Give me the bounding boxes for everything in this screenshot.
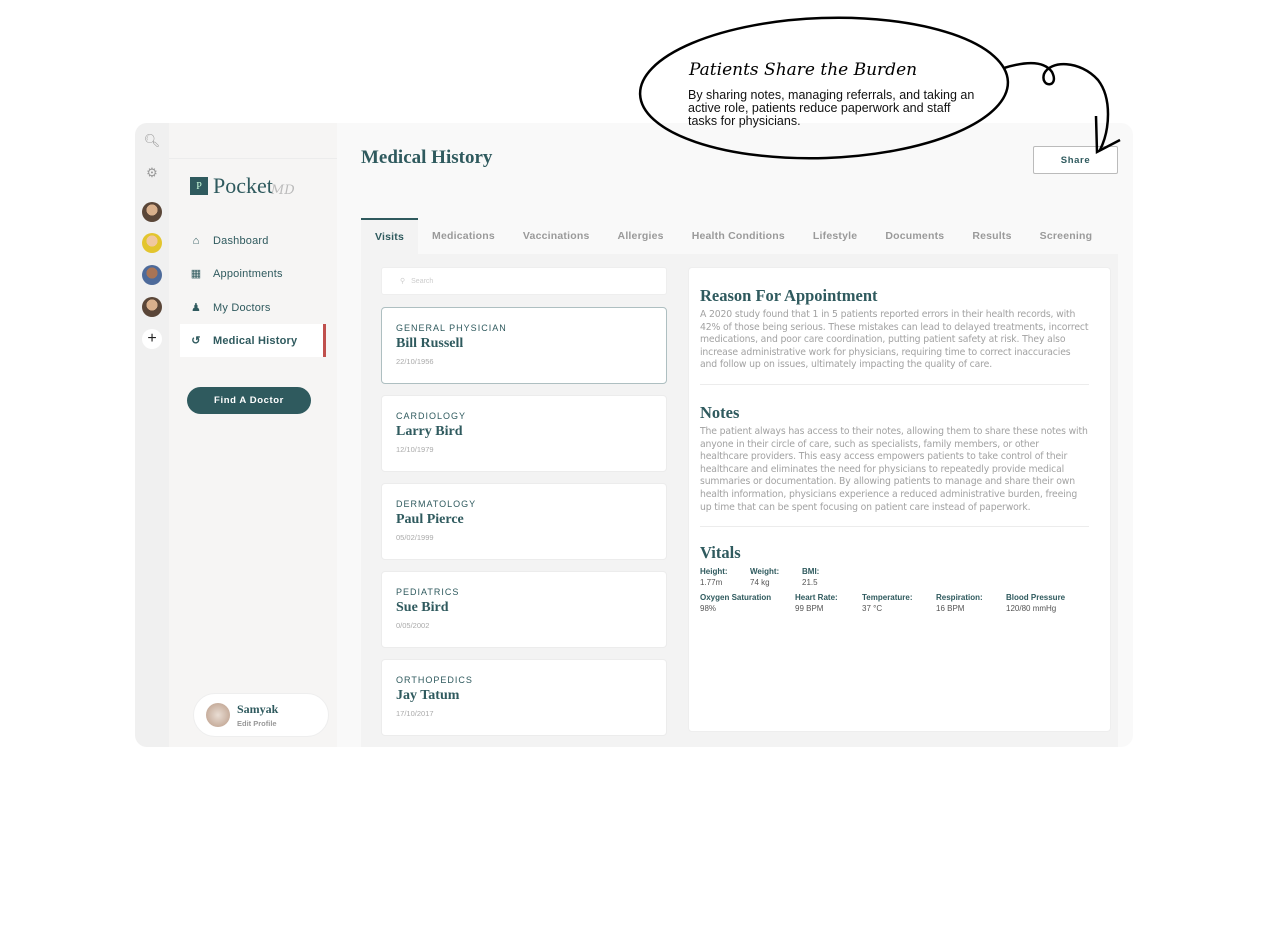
vital-temperature: Temperature: 37 °C xyxy=(862,593,913,614)
sidebar-item-label: Dashboard xyxy=(213,234,269,247)
vital-oxygen: Oxygen Saturation 98% xyxy=(700,593,772,614)
plus-icon[interactable]: + xyxy=(142,329,162,349)
search-placeholder: Search xyxy=(411,277,434,285)
section-text: A 2020 study found that 1 in 5 patients … xyxy=(700,309,1089,371)
search-icon[interactable]: 🔍︎ xyxy=(142,131,162,151)
section-text: The patient always has access to their n… xyxy=(700,425,1088,513)
history-icon: ↺ xyxy=(191,335,201,347)
app-window: 🔍︎ ⚙ + P Pocket MD ⌂ Dashboard ▦ Appointme… xyxy=(135,123,1133,747)
visits-panel: ⚲ Search GENERAL PHYSICIAN Bill Russell 22/… xyxy=(361,254,1118,747)
visit-card[interactable]: PEDIATRICS Sue Bird 0/05/2002 xyxy=(381,571,667,648)
visit-doctor: Sue Bird xyxy=(396,600,449,615)
visit-specialty: PEDIATRICS xyxy=(396,587,460,597)
tab-screening[interactable]: Screening xyxy=(1026,218,1107,254)
vital-height: Height: 1.77m xyxy=(700,567,728,588)
edit-profile-link[interactable]: Edit Profile xyxy=(237,719,278,728)
tab-bar: Visits Medications Vaccinations Allergie… xyxy=(361,218,1106,254)
avatar[interactable] xyxy=(142,297,162,317)
sidebar-item-my-doctors[interactable]: ♟ My Doctors xyxy=(180,291,326,324)
notes-section: Notes The patient always has access to th… xyxy=(700,385,1089,528)
logo-mark: P xyxy=(190,177,208,195)
home-icon: ⌂ xyxy=(192,234,200,247)
vitals-section: Vitals Height: 1.77m Weight: 74 kg BMI: 21.… xyxy=(700,527,1099,613)
visit-doctor: Paul Pierce xyxy=(396,512,464,527)
visit-doctor: Bill Russell xyxy=(396,336,464,351)
avatar xyxy=(206,703,230,727)
visit-specialty: GENERAL PHYSICIAN xyxy=(396,323,507,333)
visit-date: 0/05/2002 xyxy=(396,621,430,630)
callout-text: By sharing notes, managing referrals, an… xyxy=(688,88,975,128)
avatar[interactable] xyxy=(142,265,162,285)
sidebar-item-medical-history[interactable]: ↺ Medical History xyxy=(180,324,326,357)
visit-doctor: Jay Tatum xyxy=(396,688,460,703)
section-title: Reason For Appointment xyxy=(700,286,878,305)
calendar-icon: ▦ xyxy=(190,268,202,280)
sidebar-item-label: Medical History xyxy=(213,334,298,347)
sidebar-item-label: My Doctors xyxy=(213,301,271,314)
profile-name: Samyak xyxy=(237,702,279,716)
divider xyxy=(169,158,337,159)
share-button[interactable]: Share xyxy=(1033,146,1118,174)
logo-suffix: MD xyxy=(270,182,295,198)
sidebar-item-dashboard[interactable]: ⌂ Dashboard xyxy=(180,224,326,257)
visit-specialty: CARDIOLOGY xyxy=(396,411,467,421)
tab-vaccinations[interactable]: Vaccinations xyxy=(509,218,604,254)
sidebar-item-label: Appointments xyxy=(213,267,283,280)
vital-weight: Weight: 74 kg xyxy=(750,567,780,588)
tab-lifestyle[interactable]: Lifestyle xyxy=(799,218,871,254)
tab-allergies[interactable]: Allergies xyxy=(604,218,678,254)
visit-date: 22/10/1956 xyxy=(396,357,434,366)
tab-medications[interactable]: Medications xyxy=(418,218,509,254)
visit-specialty: DERMATOLOGY xyxy=(396,499,477,509)
visit-date: 17/10/2017 xyxy=(396,709,434,718)
visit-specialty: ORTHOPEDICS xyxy=(396,675,473,685)
visit-date: 12/10/1979 xyxy=(396,445,434,454)
visit-detail: Reason For Appointment A 2020 study found… xyxy=(688,267,1111,732)
section-title: Notes xyxy=(700,402,740,422)
avatar[interactable] xyxy=(142,233,162,253)
tab-results[interactable]: Results xyxy=(958,218,1025,254)
tab-health-conditions[interactable]: Health Conditions xyxy=(678,218,799,254)
reason-section: Reason For Appointment A 2020 study found… xyxy=(700,268,1089,385)
logo: P Pocket MD xyxy=(190,173,295,199)
vital-respiration: Respiration: 16 BPM xyxy=(936,593,983,614)
logo-text: Pocket xyxy=(213,173,273,198)
icon-rail: 🔍︎ ⚙ + xyxy=(135,123,169,747)
visit-date: 05/02/1999 xyxy=(396,533,434,542)
visit-card[interactable]: CARDIOLOGY Larry Bird 12/10/1979 xyxy=(381,395,667,472)
visit-card[interactable]: GENERAL PHYSICIAN Bill Russell 22/10/1956 xyxy=(381,307,667,384)
vital-blood-pressure: Blood Pressure 120/80 mmHg xyxy=(1006,593,1066,614)
search-input[interactable]: ⚲ Search xyxy=(381,267,667,295)
profile-card[interactable]: Samyak Edit Profile xyxy=(193,693,329,737)
doctor-icon: ♟ xyxy=(190,302,202,314)
sidebar-item-appointments[interactable]: ▦ Appointments xyxy=(180,257,326,290)
sidebar: P Pocket MD ⌂ Dashboard ▦ Appointments ♟ My… xyxy=(169,123,337,747)
page-title: Medical History xyxy=(361,147,493,168)
visit-card[interactable]: DERMATOLOGY Paul Pierce 05/02/1999 xyxy=(381,483,667,560)
tab-documents[interactable]: Documents xyxy=(871,218,958,254)
search-icon: ⚲ xyxy=(400,278,406,285)
tab-visits[interactable]: Visits xyxy=(361,218,419,254)
find-doctor-button[interactable]: Find A Doctor xyxy=(187,387,311,414)
visit-doctor: Larry Bird xyxy=(396,424,463,439)
vital-bmi: BMI: 21.5 xyxy=(802,567,820,588)
vital-heart-rate: Heart Rate: 99 BPM xyxy=(795,593,838,614)
section-title: Vitals xyxy=(700,543,741,563)
avatar[interactable] xyxy=(142,202,162,222)
visit-card[interactable]: ORTHOPEDICS Jay Tatum 17/10/2017 xyxy=(381,659,667,736)
callout-title: Patients Share the Burden xyxy=(689,60,918,80)
gear-icon[interactable]: ⚙ xyxy=(142,163,162,183)
